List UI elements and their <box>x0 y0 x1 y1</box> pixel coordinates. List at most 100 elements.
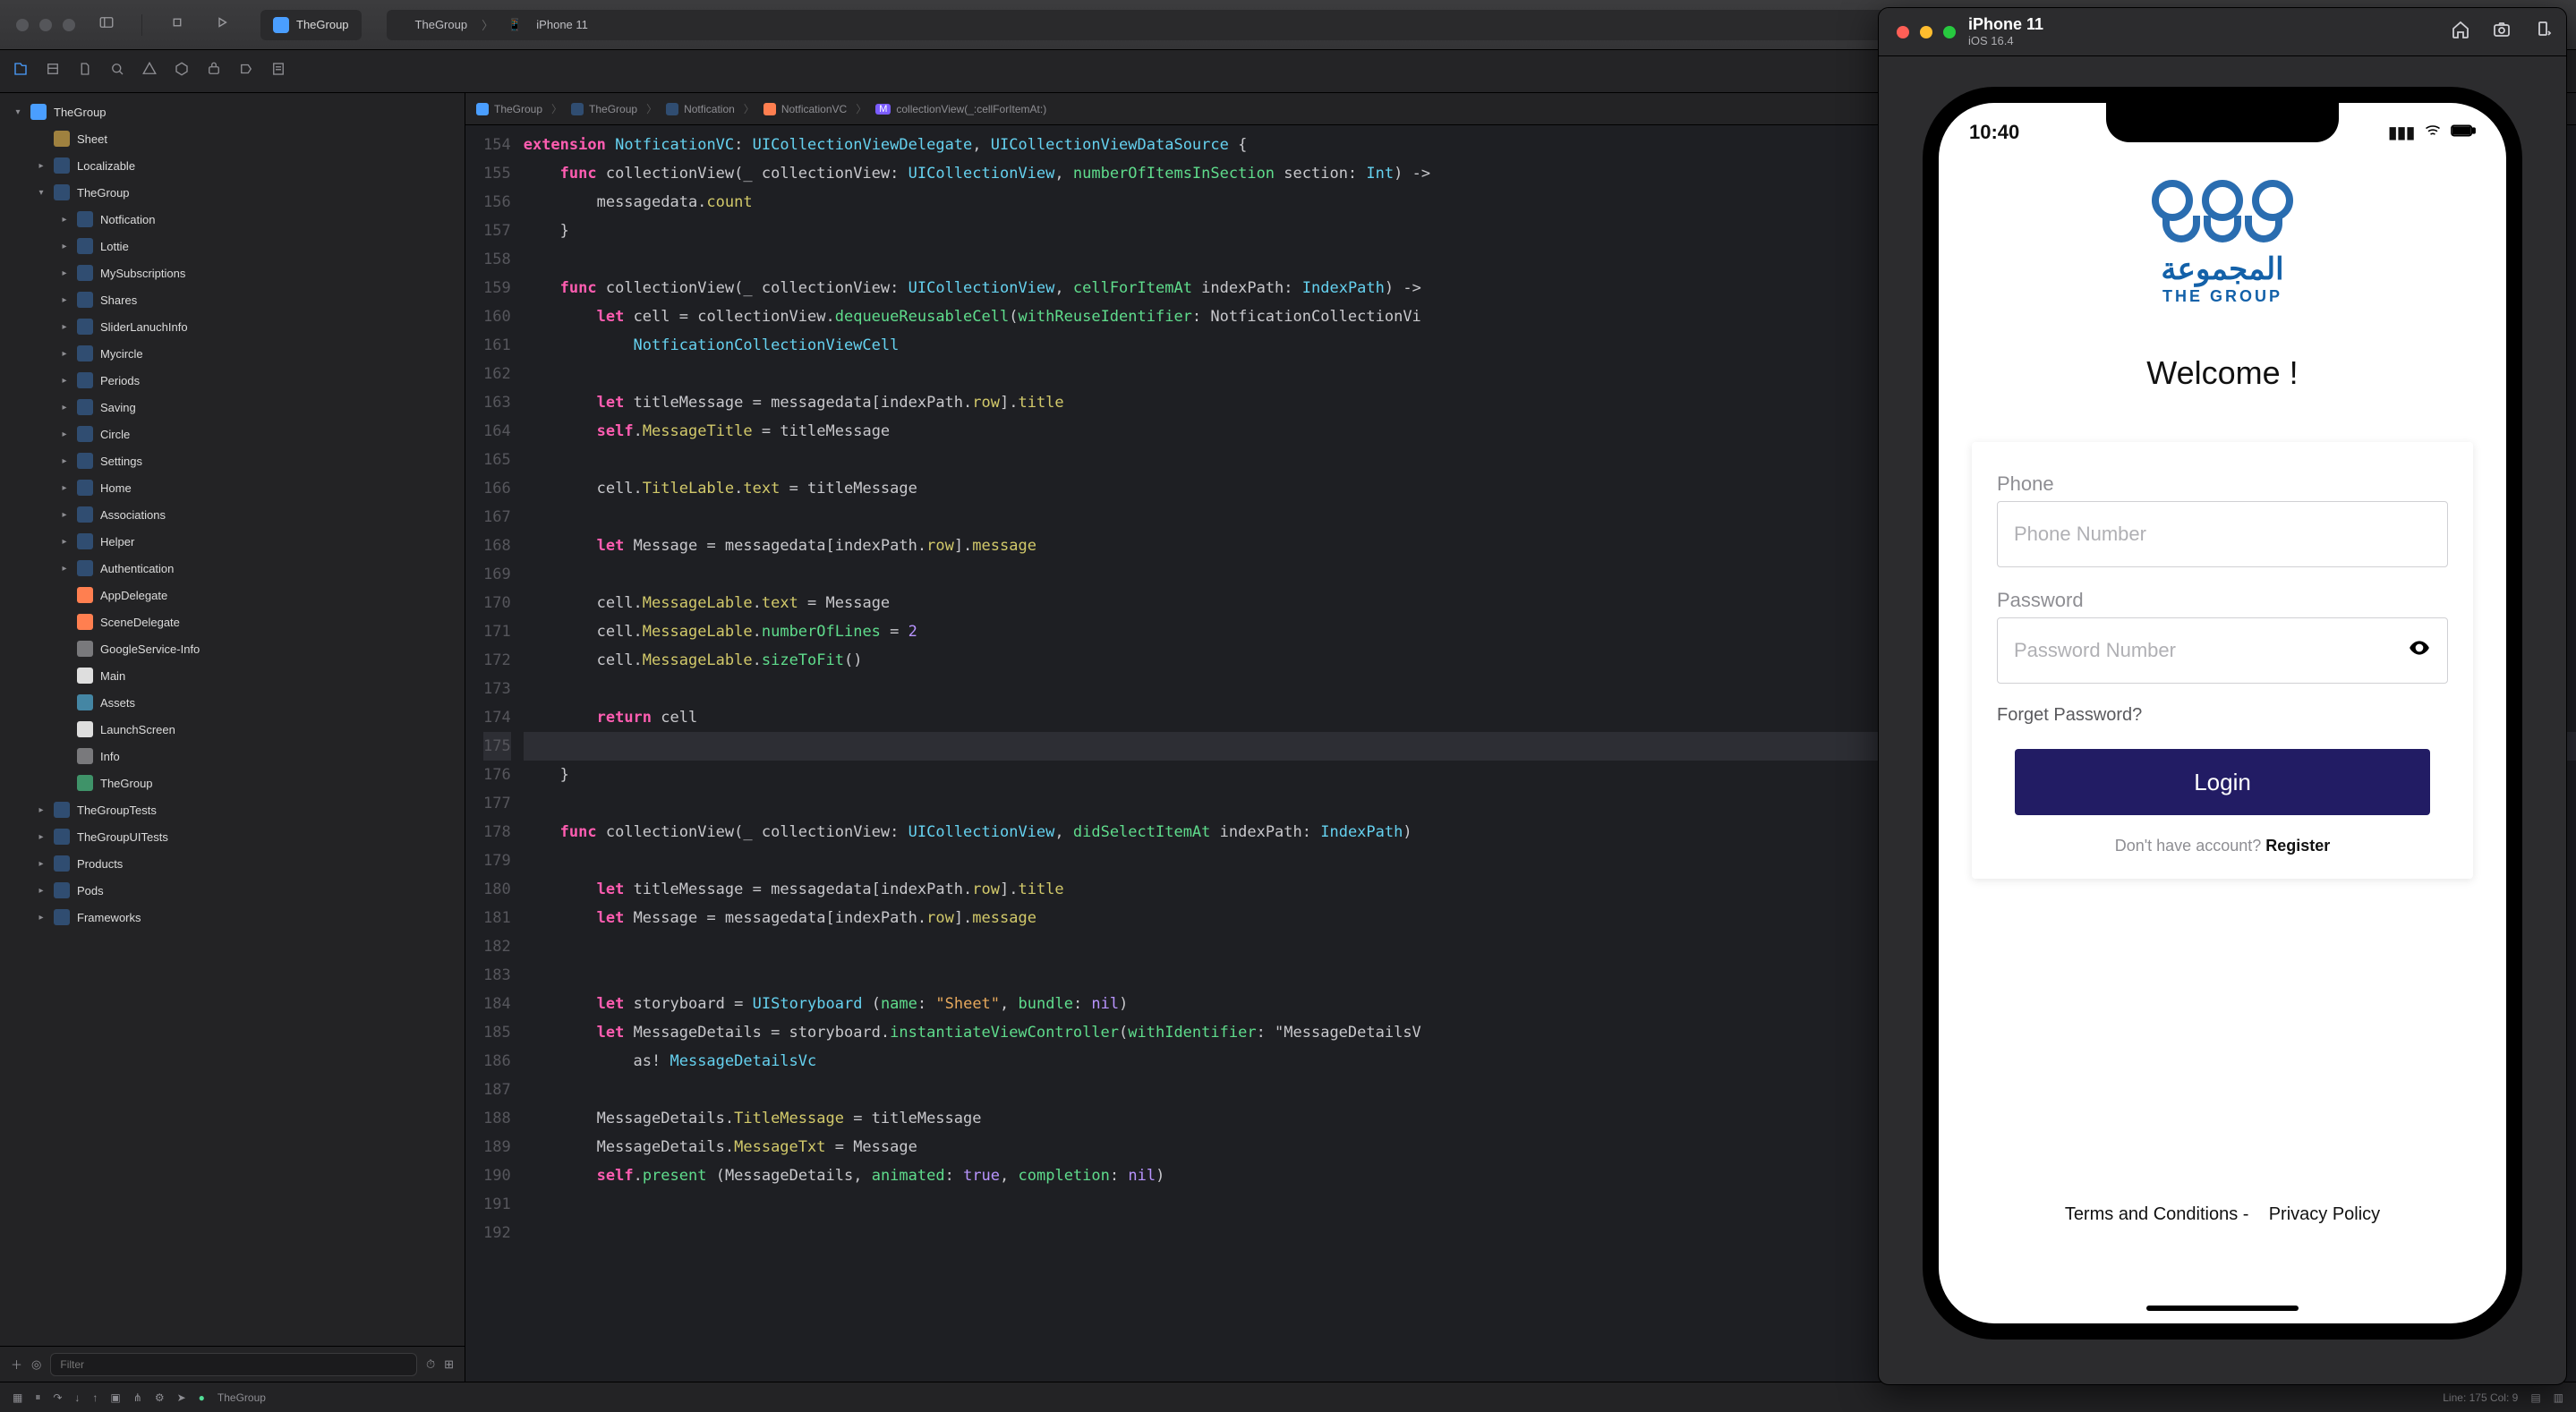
terms-link[interactable]: Terms and Conditions - <box>2065 1204 2249 1224</box>
stop-icon[interactable] <box>164 11 191 38</box>
test-navigator-icon[interactable] <box>174 61 190 81</box>
step-over-icon[interactable]: ↷ <box>53 1391 62 1404</box>
navigator-item[interactable]: AppDelegate <box>0 582 465 608</box>
chevron-right-icon[interactable]: ▸ <box>59 242 70 251</box>
breakpoint-navigator-icon[interactable] <box>238 61 254 81</box>
chevron-right-icon[interactable]: ▸ <box>36 913 47 923</box>
navigator-item[interactable]: ▸Pods <box>0 877 465 904</box>
navigator-item[interactable]: LaunchScreen <box>0 716 465 743</box>
project-navigator[interactable]: ▾TheGroupSheet▸Localizable▾TheGroup▸Notf… <box>0 93 465 1382</box>
environment-overrides-icon[interactable]: ⚙ <box>155 1391 165 1404</box>
step-out-icon[interactable]: ↑ <box>92 1391 98 1404</box>
report-navigator-icon[interactable] <box>270 61 286 81</box>
eye-icon[interactable] <box>2408 636 2431 665</box>
symbol-navigator-icon[interactable] <box>77 61 93 81</box>
navigator-item[interactable]: ▸Shares <box>0 286 465 313</box>
chevron-right-icon[interactable]: ▸ <box>59 376 70 386</box>
jumpbar-item[interactable]: TheGroup <box>589 103 637 115</box>
minimize-icon[interactable] <box>1920 26 1932 38</box>
login-button[interactable]: Login <box>2015 749 2430 815</box>
navigator-item[interactable]: ▾TheGroup <box>0 179 465 206</box>
navigator-item[interactable]: ▸Authentication <box>0 555 465 582</box>
debug-navigator-icon[interactable] <box>206 61 222 81</box>
chevron-right-icon[interactable]: ▸ <box>59 349 70 359</box>
navigator-item[interactable]: ▸Associations <box>0 501 465 528</box>
chevron-right-icon[interactable]: ▸ <box>36 832 47 842</box>
home-indicator[interactable] <box>2146 1306 2299 1311</box>
navigator-item[interactable]: ▸Periods <box>0 367 465 394</box>
navigator-item[interactable]: TheGroup <box>0 770 465 796</box>
chevron-right-icon[interactable]: ▸ <box>36 805 47 815</box>
navigator-item[interactable]: ▸Saving <box>0 394 465 421</box>
pause-icon[interactable]: ⏸ <box>35 1391 40 1404</box>
screenshot-icon[interactable] <box>2491 19 2512 46</box>
chevron-right-icon[interactable]: ▸ <box>59 322 70 332</box>
chevron-down-icon[interactable]: ▾ <box>36 188 47 198</box>
xcode-traffic-lights[interactable] <box>16 19 75 31</box>
issue-navigator-icon[interactable] <box>141 61 158 81</box>
navigator-item[interactable]: ▾TheGroup <box>0 98 465 125</box>
chevron-right-icon[interactable]: ▸ <box>59 537 70 547</box>
step-into-icon[interactable]: ↓ <box>74 1391 80 1404</box>
forgot-password-link[interactable]: Forget Password? <box>1997 705 2448 726</box>
password-input[interactable]: Password Number <box>1997 617 2448 684</box>
home-icon[interactable] <box>2450 19 2471 46</box>
memory-graph-icon[interactable]: ⋔ <box>133 1391 142 1404</box>
jumpbar-item[interactable]: NotficationVC <box>781 103 847 115</box>
close-icon[interactable] <box>1897 26 1909 38</box>
navigator-item[interactable]: Assets <box>0 689 465 716</box>
filter-scope-icon[interactable]: ◎ <box>31 1357 41 1372</box>
source-control-navigator-icon[interactable] <box>45 61 61 81</box>
chevron-down-icon[interactable]: ▾ <box>13 107 23 117</box>
console-view-icon[interactable]: ▥ <box>2554 1391 2563 1404</box>
chevron-right-icon[interactable]: ▸ <box>59 456 70 466</box>
chevron-right-icon[interactable]: ▸ <box>59 430 70 439</box>
rotate-icon[interactable] <box>2532 19 2554 46</box>
navigator-item[interactable]: ▸Helper <box>0 528 465 555</box>
navigator-item[interactable]: SceneDelegate <box>0 608 465 635</box>
navigator-item[interactable]: ▸Localizable <box>0 152 465 179</box>
chevron-right-icon[interactable]: ▸ <box>59 295 70 305</box>
sidebar-toggle-icon[interactable] <box>93 11 120 38</box>
minimize-icon[interactable] <box>39 19 52 31</box>
navigator-item[interactable]: Main <box>0 662 465 689</box>
device-screen[interactable]: 10:40 ▮▮▮ المجموعة THE GROUP <box>1939 103 2506 1323</box>
debug-view-icon[interactable]: ▣ <box>110 1391 120 1404</box>
register-link[interactable]: Register <box>2265 837 2330 855</box>
recent-filter-icon[interactable]: ⏱ <box>426 1357 435 1372</box>
navigator-item[interactable]: GoogleService-Info <box>0 635 465 662</box>
navigator-item[interactable]: ▸Frameworks <box>0 904 465 931</box>
add-target-icon[interactable]: ＋ <box>11 1356 22 1373</box>
location-icon[interactable]: ➤ <box>177 1391 186 1404</box>
project-navigator-icon[interactable] <box>13 61 29 81</box>
navigator-item[interactable]: ▸Lottie <box>0 233 465 259</box>
run-icon[interactable] <box>209 11 235 38</box>
navigator-item[interactable]: Info <box>0 743 465 770</box>
privacy-link[interactable]: Privacy Policy <box>2269 1204 2380 1224</box>
line-gutter[interactable]: 1541551561571581591601611621631641651661… <box>465 125 524 1382</box>
jumpbar-item[interactable]: Notfication <box>684 103 735 115</box>
chevron-right-icon[interactable]: ▸ <box>59 215 70 225</box>
navigator-item[interactable]: ▸Circle <box>0 421 465 447</box>
chevron-right-icon[interactable]: ▸ <box>36 886 47 896</box>
chevron-right-icon[interactable]: ▸ <box>59 510 70 520</box>
navigator-item[interactable]: ▸TheGroupTests <box>0 796 465 823</box>
chevron-right-icon[interactable]: ▸ <box>59 483 70 493</box>
zoom-icon[interactable] <box>63 19 75 31</box>
variables-view-icon[interactable]: ▤ <box>2530 1391 2540 1404</box>
jumpbar-item[interactable]: TheGroup <box>494 103 542 115</box>
navigator-item[interactable]: ▸TheGroupUITests <box>0 823 465 850</box>
navigator-item[interactable]: Sheet <box>0 125 465 152</box>
navigator-item[interactable]: ▸Products <box>0 850 465 877</box>
navigator-item[interactable]: ▸MySubscriptions <box>0 259 465 286</box>
toggle-breakpoints-icon[interactable]: ▦ <box>13 1391 22 1404</box>
scheme-selector[interactable]: TheGroup <box>260 10 362 40</box>
navigator-item[interactable]: ▸Home <box>0 474 465 501</box>
scm-filter-icon[interactable]: ⊞ <box>444 1357 454 1372</box>
phone-input[interactable]: Phone Number <box>1997 501 2448 567</box>
navigator-item[interactable]: ▸Mycircle <box>0 340 465 367</box>
filter-input[interactable] <box>50 1353 417 1376</box>
simulator-traffic-lights[interactable] <box>1897 26 1956 38</box>
chevron-right-icon[interactable]: ▸ <box>36 859 47 869</box>
chevron-right-icon[interactable]: ▸ <box>59 268 70 278</box>
